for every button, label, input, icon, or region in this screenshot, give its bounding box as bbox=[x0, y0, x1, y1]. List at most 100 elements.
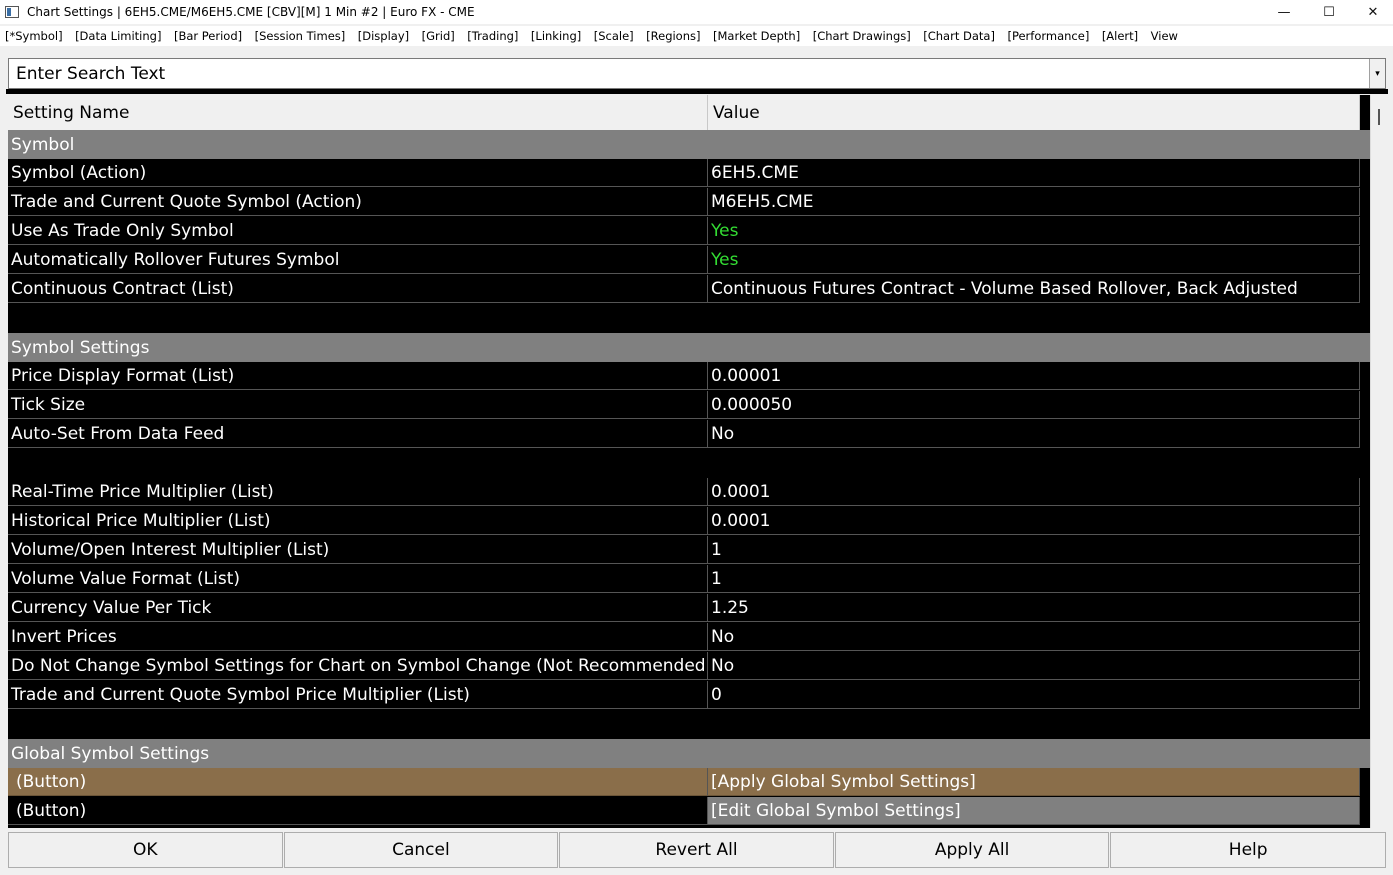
table-row[interactable]: Trade and Current Quote Symbol (Action) M… bbox=[8, 188, 1370, 217]
table-row[interactable]: Tick Size 0.000050 bbox=[8, 391, 1370, 420]
menu-view[interactable]: View bbox=[1151, 29, 1178, 43]
vertical-scrollbar[interactable] bbox=[1370, 95, 1386, 828]
revert-all-button[interactable]: Revert All bbox=[559, 832, 834, 868]
blank-row bbox=[8, 304, 1370, 333]
button-bar: OK Cancel Revert All Apply All Help bbox=[8, 832, 1386, 868]
setting-value[interactable]: 0 bbox=[708, 681, 1360, 709]
cancel-button[interactable]: Cancel bbox=[283, 832, 559, 868]
setting-value[interactable]: 0.00001 bbox=[708, 362, 1360, 390]
maximize-icon[interactable]: ☐ bbox=[1306, 0, 1352, 24]
setting-name: Trade and Current Quote Symbol (Action) bbox=[8, 188, 708, 216]
setting-value[interactable]: Continuous Futures Contract - Volume Bas… bbox=[708, 275, 1360, 303]
category-label: Global Symbol Settings bbox=[11, 743, 210, 764]
table-row[interactable]: Symbol (Action) 6EH5.CME bbox=[8, 159, 1370, 188]
setting-value[interactable]: Yes bbox=[708, 217, 1360, 245]
header-setting-name[interactable]: Setting Name bbox=[8, 95, 708, 130]
apply-all-button[interactable]: Apply All bbox=[834, 832, 1110, 868]
setting-name: Automatically Rollover Futures Symbol bbox=[8, 246, 708, 274]
app-icon bbox=[5, 6, 19, 18]
table-row[interactable]: Invert Prices No bbox=[8, 623, 1370, 652]
blank-row bbox=[8, 449, 1370, 478]
setting-name: Price Display Format (List) bbox=[8, 362, 708, 390]
help-button[interactable]: Help bbox=[1110, 832, 1386, 868]
setting-name: Invert Prices bbox=[8, 623, 708, 651]
menu-chart-data[interactable]: [Chart Data] bbox=[923, 29, 995, 43]
setting-name: Currency Value Per Tick bbox=[8, 594, 708, 622]
table-row[interactable]: Price Display Format (List) 0.00001 bbox=[8, 362, 1370, 391]
table-top-border bbox=[6, 89, 1388, 94]
menu-scale[interactable]: [Scale] bbox=[594, 29, 634, 43]
setting-value[interactable]: No bbox=[708, 652, 1360, 680]
setting-name: Auto-Set From Data Feed bbox=[8, 420, 708, 448]
window-title: Chart Settings | 6EH5.CME/M6EH5.CME [CBV… bbox=[27, 5, 475, 19]
setting-name: Real-Time Price Multiplier (List) bbox=[8, 478, 708, 506]
setting-value[interactable]: No bbox=[708, 623, 1360, 651]
menu-market-depth[interactable]: [Market Depth] bbox=[713, 29, 800, 43]
setting-name: Use As Trade Only Symbol bbox=[8, 217, 708, 245]
menu-linking[interactable]: [Linking] bbox=[531, 29, 581, 43]
setting-value[interactable]: 6EH5.CME bbox=[708, 159, 1360, 187]
menu-data-limiting[interactable]: [Data Limiting] bbox=[75, 29, 161, 43]
category-row[interactable]: Global Symbol Settings bbox=[8, 739, 1370, 768]
category-label: Symbol Settings bbox=[11, 337, 150, 358]
table-row[interactable]: Auto-Set From Data Feed No bbox=[8, 420, 1370, 449]
header-value[interactable]: Value bbox=[708, 95, 1360, 130]
table-row[interactable]: Continuous Contract (List) Continuous Fut… bbox=[8, 275, 1370, 304]
blank-row bbox=[8, 710, 1370, 739]
setting-value[interactable]: No bbox=[708, 420, 1360, 448]
setting-name: Symbol (Action) bbox=[8, 159, 708, 187]
action-button[interactable]: [Edit Global Symbol Settings] bbox=[708, 797, 1360, 825]
menu-alert[interactable]: [Alert] bbox=[1102, 29, 1138, 43]
search-input[interactable]: Enter Search Text ▾ bbox=[8, 58, 1386, 89]
close-icon[interactable]: ✕ bbox=[1350, 0, 1393, 24]
table-row[interactable]: Volume Value Format (List) 1 bbox=[8, 565, 1370, 594]
menu-bar-period[interactable]: [Bar Period] bbox=[174, 29, 242, 43]
setting-name: Tick Size bbox=[8, 391, 708, 419]
category-row[interactable]: Symbol Settings bbox=[8, 333, 1370, 362]
search-placeholder: Enter Search Text bbox=[16, 63, 166, 84]
action-button[interactable]: [Apply Global Symbol Settings] bbox=[708, 768, 1360, 796]
table-row[interactable]: Automatically Rollover Futures Symbol Yes bbox=[8, 246, 1370, 275]
button-row[interactable]: (Button) [Apply Global Symbol Settings] bbox=[8, 768, 1370, 797]
menu-grid[interactable]: [Grid] bbox=[422, 29, 455, 43]
ok-button[interactable]: OK bbox=[8, 832, 283, 868]
menu-trading[interactable]: [Trading] bbox=[467, 29, 518, 43]
setting-value[interactable]: 0.0001 bbox=[708, 478, 1360, 506]
setting-value[interactable]: 0.0001 bbox=[708, 507, 1360, 535]
table-row[interactable]: Real-Time Price Multiplier (List) 0.0001 bbox=[8, 478, 1370, 507]
chevron-down-icon[interactable]: ▾ bbox=[1369, 59, 1385, 88]
minimize-icon[interactable]: — bbox=[1261, 0, 1307, 24]
setting-value[interactable]: Yes bbox=[708, 246, 1360, 274]
category-row[interactable]: Symbol bbox=[8, 130, 1370, 159]
menu-performance[interactable]: [Performance] bbox=[1007, 29, 1089, 43]
table-row[interactable]: Use As Trade Only Symbol Yes bbox=[8, 217, 1370, 246]
setting-name: Volume/Open Interest Multiplier (List) bbox=[8, 536, 708, 564]
menu-display[interactable]: [Display] bbox=[358, 29, 409, 43]
menu-regions[interactable]: [Regions] bbox=[646, 29, 700, 43]
table-row[interactable]: Currency Value Per Tick 1.25 bbox=[8, 594, 1370, 623]
table-row[interactable]: Historical Price Multiplier (List) 0.0001 bbox=[8, 507, 1370, 536]
setting-name: (Button) bbox=[8, 768, 708, 796]
setting-value[interactable]: 1 bbox=[708, 536, 1360, 564]
title-bar: Chart Settings | 6EH5.CME/M6EH5.CME [CBV… bbox=[0, 0, 1393, 24]
button-row[interactable]: (Button) [Edit Global Symbol Settings] bbox=[8, 797, 1370, 826]
menu-symbol[interactable]: [*Symbol] bbox=[5, 29, 63, 43]
menu-session-times[interactable]: [Session Times] bbox=[255, 29, 346, 43]
setting-value[interactable]: 1 bbox=[708, 565, 1360, 593]
setting-name: (Button) bbox=[8, 797, 708, 825]
scroll-thumb[interactable] bbox=[1378, 109, 1380, 125]
menu-chart-drawings[interactable]: [Chart Drawings] bbox=[813, 29, 911, 43]
settings-table: Setting Name Value Symbol Symbol (Action)… bbox=[8, 95, 1370, 828]
table-row[interactable]: Do Not Change Symbol Settings for Chart … bbox=[8, 652, 1370, 681]
setting-value[interactable]: 0.000050 bbox=[708, 391, 1360, 419]
table-row[interactable]: Trade and Current Quote Symbol Price Mul… bbox=[8, 681, 1370, 710]
setting-name: Do Not Change Symbol Settings for Chart … bbox=[8, 652, 708, 680]
setting-name: Trade and Current Quote Symbol Price Mul… bbox=[8, 681, 708, 709]
category-label: Symbol bbox=[11, 134, 75, 155]
setting-name: Historical Price Multiplier (List) bbox=[8, 507, 708, 535]
setting-value[interactable]: 1.25 bbox=[708, 594, 1360, 622]
setting-name: Continuous Contract (List) bbox=[8, 275, 708, 303]
table-row[interactable]: Volume/Open Interest Multiplier (List) 1 bbox=[8, 536, 1370, 565]
setting-value[interactable]: M6EH5.CME bbox=[708, 188, 1360, 216]
table-header: Setting Name Value bbox=[8, 95, 1360, 130]
